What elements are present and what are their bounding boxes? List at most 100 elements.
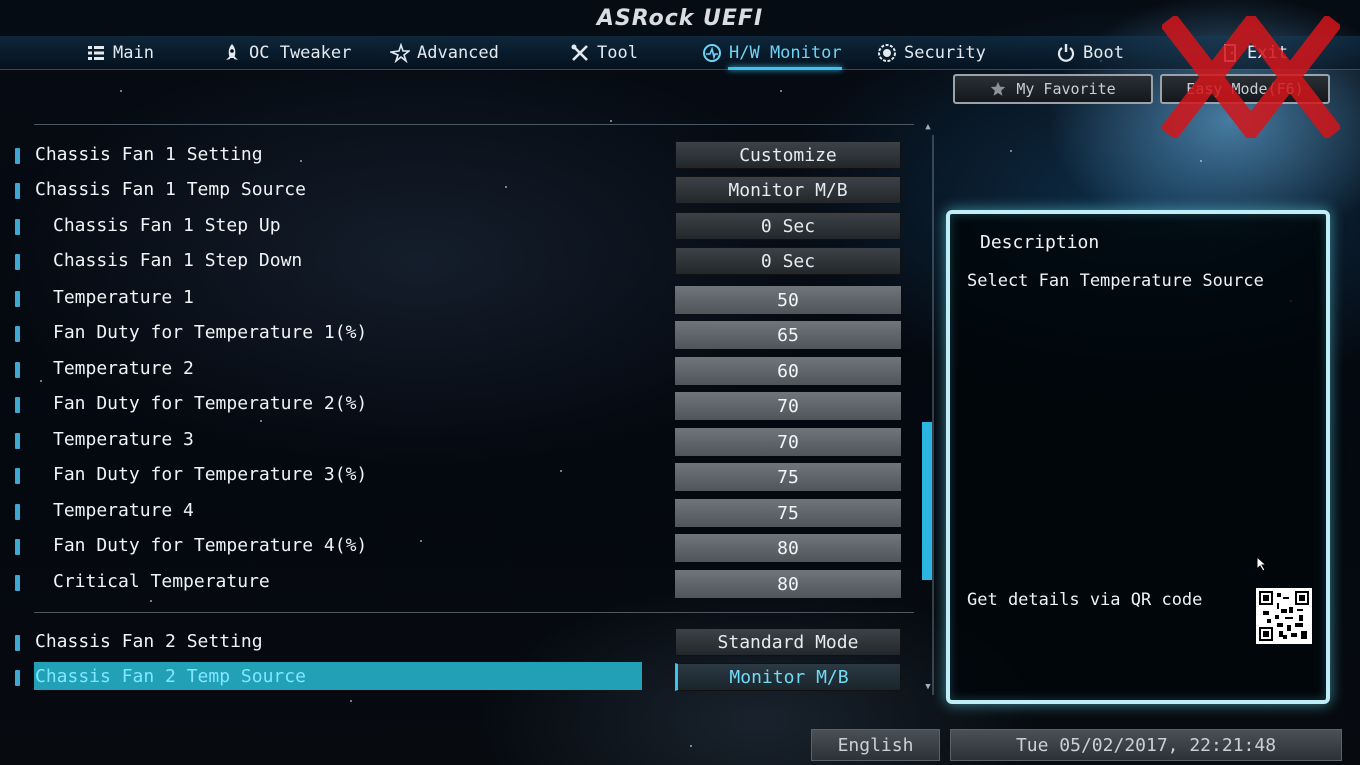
qr-hint-text: Get details via QR code	[967, 590, 1203, 610]
list-divider-top	[34, 124, 914, 125]
language-selector[interactable]: English	[811, 729, 940, 761]
setting-value[interactable]: 65	[675, 321, 901, 349]
tab-tool[interactable]: Tool	[570, 36, 638, 70]
setting-row[interactable]: Fan Duty for Temperature 2(%) 70	[0, 390, 910, 420]
row-marker	[15, 326, 20, 342]
setting-value[interactable]: 80	[675, 570, 901, 598]
setting-row[interactable]: Fan Duty for Temperature 4(%) 80	[0, 532, 910, 562]
row-marker	[15, 254, 20, 270]
setting-row[interactable]: Temperature 4 75	[0, 497, 910, 527]
setting-row[interactable]: Chassis Fan 1 Temp Source Monitor M/B	[0, 176, 910, 206]
scrollbar-thumb[interactable]	[922, 422, 932, 580]
exit-door-icon	[1224, 44, 1236, 62]
setting-value[interactable]: Monitor M/B	[675, 176, 901, 204]
main-tab-bar: Main OC Tweaker Advanced Tool H/W Monito…	[0, 36, 1360, 70]
tab-hw-monitor-label: H/W Monitor	[729, 43, 842, 63]
tab-advanced[interactable]: Advanced	[390, 36, 499, 70]
setting-row[interactable]: Fan Duty for Temperature 3(%) 75	[0, 461, 910, 491]
setting-value[interactable]: Standard Mode	[675, 628, 901, 656]
row-marker	[15, 219, 20, 235]
language-label: English	[837, 734, 914, 756]
easy-mode-button[interactable]: Easy Mode(F6)	[1160, 74, 1330, 104]
setting-label: Chassis Fan 1 Step Down	[53, 250, 303, 271]
row-marker	[15, 362, 20, 378]
row-marker	[15, 539, 20, 555]
qr-code-icon	[1259, 591, 1309, 641]
row-marker	[15, 504, 20, 520]
setting-label: Fan Duty for Temperature 4(%)	[53, 535, 368, 556]
row-marker	[15, 148, 20, 164]
setting-label: Fan Duty for Temperature 2(%)	[53, 393, 368, 414]
tab-exit[interactable]: Exit	[1220, 36, 1288, 70]
setting-row[interactable]: Chassis Fan 1 Step Down 0 Sec	[0, 247, 910, 277]
row-marker	[15, 468, 20, 484]
my-favorite-label: My Favorite	[1016, 80, 1116, 98]
tab-oc-tweaker-label: OC Tweaker	[249, 43, 352, 63]
setting-label: Temperature 4	[53, 500, 194, 521]
setting-row[interactable]: Chassis Fan 1 Step Up 0 Sec	[0, 212, 910, 242]
my-favorite-button[interactable]: My Favorite	[953, 74, 1153, 104]
setting-row[interactable]: Temperature 3 70	[0, 426, 910, 456]
setting-value[interactable]: 60	[675, 357, 901, 385]
tab-tool-label: Tool	[597, 43, 638, 63]
tab-boot-label: Boot	[1083, 43, 1124, 63]
setting-label: Temperature 2	[53, 358, 194, 379]
star-icon	[991, 81, 1006, 96]
datetime-display: Tue 05/02/2017, 22:21:48	[950, 729, 1342, 761]
tab-hw-monitor[interactable]: H/W Monitor	[702, 36, 842, 70]
row-marker	[15, 397, 20, 413]
setting-row[interactable]: Chassis Fan 1 Setting Customize	[0, 141, 910, 171]
setting-value[interactable]: Customize	[675, 141, 901, 169]
setting-row[interactable]: Temperature 1 50	[0, 284, 910, 314]
setting-value[interactable]: 50	[675, 286, 901, 314]
row-marker	[15, 291, 20, 307]
setting-row[interactable]: Chassis Fan 2 Temp Source Monitor M/B	[0, 662, 910, 693]
star-icon	[390, 43, 410, 63]
tab-boot[interactable]: Boot	[1056, 36, 1124, 70]
scroll-down-arrow[interactable]: ▼	[922, 682, 934, 692]
setting-label: Chassis Fan 1 Temp Source	[35, 179, 306, 200]
description-text: Select Fan Temperature Source	[967, 271, 1264, 291]
qr-code[interactable]	[1256, 588, 1312, 644]
setting-value[interactable]: 0 Sec	[675, 247, 901, 275]
row-marker	[15, 433, 20, 449]
list-icon	[88, 46, 104, 60]
setting-value[interactable]: Monitor M/B	[675, 663, 901, 691]
tab-security-label: Security	[904, 43, 986, 63]
row-marker	[15, 670, 20, 686]
tab-oc-tweaker[interactable]: OC Tweaker	[222, 36, 351, 70]
setting-label: Fan Duty for Temperature 3(%)	[53, 464, 368, 485]
asrock-uefi-logo: ASRock UEFI	[596, 6, 764, 31]
setting-value[interactable]: 70	[675, 428, 901, 456]
tab-main-label: Main	[113, 43, 154, 63]
setting-row[interactable]: Chassis Fan 2 Setting Standard Mode	[0, 628, 910, 658]
tab-main[interactable]: Main	[86, 36, 154, 70]
setting-label: Chassis Fan 1 Setting	[35, 144, 263, 165]
row-marker	[15, 183, 20, 199]
datetime-label: Tue 05/02/2017, 22:21:48	[1015, 734, 1277, 756]
setting-row[interactable]: Critical Temperature 80	[0, 568, 910, 598]
setting-row[interactable]: Temperature 2 60	[0, 355, 910, 385]
setting-label: Chassis Fan 2 Setting	[35, 631, 263, 652]
power-icon	[1057, 44, 1075, 62]
tab-security[interactable]: Security	[877, 36, 986, 70]
setting-value[interactable]: 75	[675, 499, 901, 527]
setting-label: Temperature 3	[53, 429, 194, 450]
scrollbar-track[interactable]	[922, 122, 934, 696]
list-divider-mid	[34, 612, 914, 613]
setting-value[interactable]: 0 Sec	[675, 212, 901, 240]
setting-label: Critical Temperature	[53, 571, 270, 592]
setting-label: Chassis Fan 2 Temp Source	[35, 666, 306, 687]
setting-label: Fan Duty for Temperature 1(%)	[53, 322, 368, 343]
tab-exit-label: Exit	[1247, 43, 1288, 63]
rocket-icon	[226, 44, 238, 60]
setting-value[interactable]: 75	[675, 463, 901, 491]
setting-value[interactable]: 70	[675, 392, 901, 420]
setting-row[interactable]: Fan Duty for Temperature 1(%) 65	[0, 319, 910, 349]
mouse-cursor-icon	[1256, 556, 1268, 572]
description-title: Description	[980, 232, 1100, 253]
setting-value[interactable]: 80	[675, 534, 901, 562]
setting-label: Chassis Fan 1 Step Up	[53, 215, 281, 236]
shield-icon	[878, 44, 896, 62]
setting-label: Temperature 1	[53, 287, 194, 308]
